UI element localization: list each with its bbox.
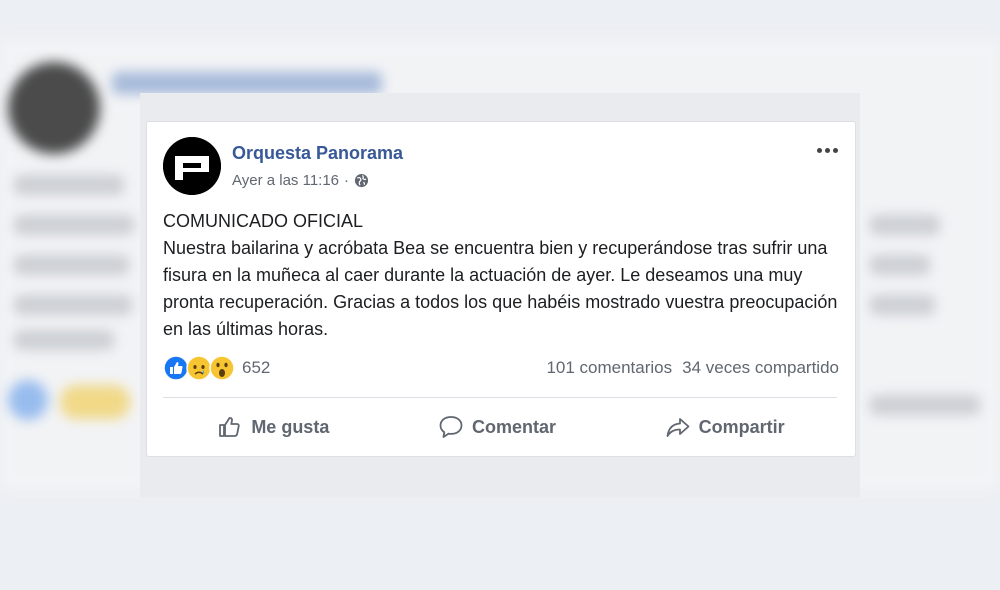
post-stats: 101 comentarios 34 veces compartido [546,358,839,378]
post-actions: Me gusta Comentar Compartir [163,407,839,447]
meta-separator: · [344,172,350,189]
globe-icon[interactable] [354,173,369,188]
comment-button[interactable]: Comentar [426,410,568,444]
page-avatar[interactable] [163,137,221,195]
panorama-logo-icon [163,137,221,195]
comments-count[interactable]: 101 comentarios [546,358,672,378]
background-reaction [8,380,48,420]
like-button-label: Me gusta [251,416,330,437]
reaction-count[interactable]: 652 [242,358,270,378]
shares-count[interactable]: 34 veces compartido [682,358,839,378]
background-avatar [8,62,100,154]
post-heading: COMUNICADO OFICIAL [163,211,364,231]
share-arrow-icon [666,418,690,437]
background-text-line [14,255,129,275]
share-button[interactable]: Compartir [653,410,797,444]
background-text-line [14,295,132,315]
post-timestamp[interactable]: Ayer a las 11:16 [232,172,339,189]
background-text-line [14,175,124,195]
reactions-row: 652 101 comentarios 34 veces compartido [163,355,839,381]
like-button[interactable]: Me gusta [205,410,341,444]
post-text: COMUNICADO OFICIAL Nuestra bailarina y a… [163,208,843,343]
more-options-icon[interactable] [813,142,841,158]
post-paragraph: Nuestra bailarina y acróbata Bea se encu… [163,238,838,339]
background-name [112,72,382,94]
background-text-line [870,295,935,315]
background-reaction [60,385,130,419]
share-button-label: Compartir [698,416,785,437]
thumbs-up-icon [219,417,240,437]
background-text-line [870,255,930,275]
background-text-line [870,215,940,235]
page-name-link[interactable]: Orquesta Panorama [232,143,403,164]
wow-icon [209,355,235,381]
background-text-line [870,395,980,415]
actions-divider [163,397,837,398]
background-text-line [14,215,134,235]
background-text-line [14,330,114,350]
comment-icon [439,416,463,438]
comment-button-label: Comentar [471,416,556,437]
post-meta: Ayer a las 11:16 · [232,172,369,189]
reaction-icons[interactable] [163,355,235,381]
facebook-post: Orquesta Panorama Ayer a las 11:16 · COM… [146,121,856,457]
